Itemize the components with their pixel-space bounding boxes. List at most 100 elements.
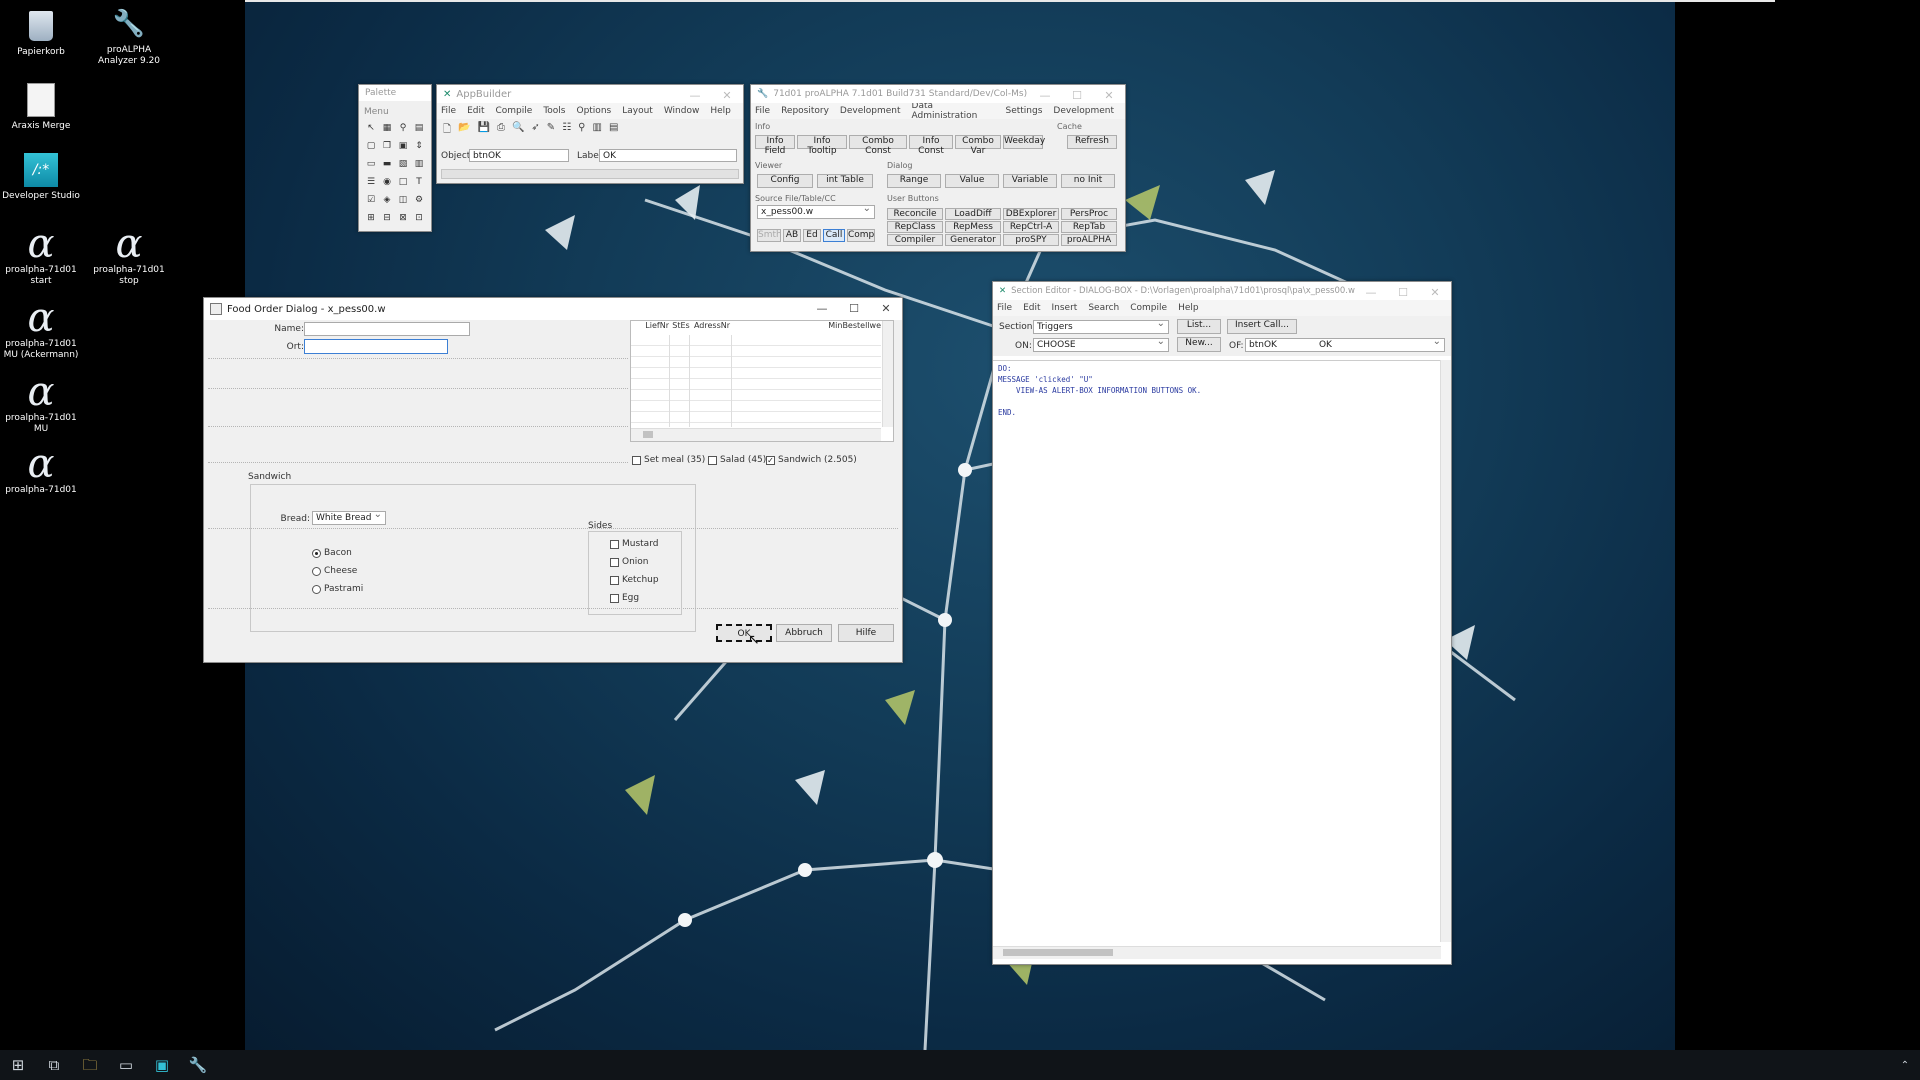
edit-icon[interactable]: ✎ — [547, 122, 555, 139]
menu-edit[interactable]: Edit — [1023, 303, 1040, 313]
text-tool-icon[interactable]: T — [411, 177, 427, 195]
grid-horizontal-scrollbar[interactable] — [631, 428, 881, 441]
devtool-titlebar[interactable]: 🔧 71d01 proALPHA 7.1d01 Build731 Standar… — [751, 85, 1125, 103]
salad-checkbox[interactable] — [708, 456, 717, 465]
column-header-minbestellwe[interactable]: MinBestellwe — [733, 321, 881, 335]
developer-studio-icon[interactable]: ▣ — [144, 1050, 180, 1080]
sbo-tool-icon[interactable]: ⊟ — [379, 213, 395, 231]
name-field[interactable] — [304, 322, 470, 336]
value-button[interactable]: Value — [945, 174, 999, 188]
config-button[interactable]: Config — [757, 174, 813, 188]
columns-icon[interactable]: ▥ — [592, 122, 601, 139]
reconcile-button[interactable]: Reconcile — [887, 208, 943, 220]
palette-window[interactable]: Palette Menu ↖ ▦ ⚲ ▤ ▢ ❐ ▣ ⇕ ▭ ▬ ▧ ▥ ☰ ◉ □ T ☑ ◈ ◫ ⚙ ⊞ ⊟… — [358, 84, 432, 232]
menu-window[interactable]: Window — [664, 106, 700, 116]
menu-development[interactable]: Development — [840, 106, 901, 116]
wrench-icon[interactable]: 🔧 — [180, 1050, 216, 1080]
loaddiff-button[interactable]: LoadDiff — [945, 208, 1001, 220]
more-tool-icon[interactable]: ⊡ — [411, 213, 427, 231]
window-tool-icon[interactable]: ❐ — [379, 141, 395, 159]
reptab-button[interactable]: RepTab — [1061, 221, 1117, 233]
browse-tool-icon[interactable]: ▦ — [379, 123, 395, 141]
ocx-tool-icon[interactable]: ◫ — [395, 195, 411, 213]
desktop-icon-proalpha-stop[interactable]: α proalpha-71d01 stop — [86, 224, 172, 287]
menu-help[interactable]: Help — [710, 106, 731, 116]
comp-button[interactable]: Comp — [847, 229, 875, 242]
custom-tool-icon[interactable]: ⚙ — [411, 195, 427, 213]
on-event-combo[interactable]: CHOOSE — [1033, 338, 1169, 352]
desktop-icon-proalpha-start[interactable]: α proalpha-71d01 start — [0, 224, 84, 287]
compiler-button[interactable]: Compiler — [887, 234, 943, 246]
ort-field[interactable] — [304, 339, 448, 354]
ok-button[interactable]: OK — [716, 624, 772, 642]
no-init-button[interactable]: no Init — [1061, 174, 1115, 188]
desktop-icon-proalpha[interactable]: α proalpha-71d01 — [0, 444, 84, 496]
variable-button[interactable]: Variable — [1003, 174, 1057, 188]
generator-button[interactable]: Generator — [945, 234, 1001, 246]
range-button[interactable]: Range — [887, 174, 941, 188]
repctrl-a-button[interactable]: RepCtrl-A — [1003, 221, 1059, 233]
smartobject-tool-icon[interactable]: ◈ — [379, 195, 395, 213]
food-order-titlebar[interactable]: Food Order Dialog - x_pess00.w — ☐ ✕ — [204, 298, 902, 320]
food-order-dialog-window[interactable]: Food Order Dialog - x_pess00.w — ☐ ✕ Name:… — [203, 297, 903, 663]
search-icon[interactable]: ⚲ — [578, 122, 585, 139]
minimize-icon[interactable]: — — [1355, 282, 1387, 300]
toggle-tool-icon[interactable]: ☑ — [363, 195, 379, 213]
toolbar-tool-icon[interactable]: ⊠ — [395, 213, 411, 231]
close-icon[interactable]: ✕ — [1093, 85, 1125, 103]
call-button[interactable]: Call — [823, 229, 845, 242]
desktop-icon-developer-studio[interactable]: /:* Developer Studio — [0, 152, 84, 202]
start-icon[interactable]: ⊞ — [0, 1050, 36, 1080]
mustard-checkbox[interactable] — [610, 540, 619, 549]
persproc-button[interactable]: PersProc — [1061, 208, 1117, 220]
section-editor-titlebar[interactable]: ✕ Section Editor - DIALOG-BOX - D:\Vorla… — [993, 282, 1451, 300]
bread-combo[interactable]: White Bread — [312, 511, 386, 525]
menu-help[interactable]: Help — [1178, 303, 1199, 313]
menu-options[interactable]: Options — [576, 106, 611, 116]
repclass-button[interactable]: RepClass — [887, 221, 943, 233]
source-file-combo[interactable]: x_pess00.w — [757, 205, 875, 219]
ab-button[interactable]: AB — [783, 229, 801, 242]
desktop-icon-proalpha-mu[interactable]: α proalpha-71d01 MU — [0, 372, 84, 435]
sandwich-checkbox[interactable]: ✓ — [766, 456, 775, 465]
prospy-button[interactable]: proSPY — [1003, 234, 1059, 246]
menu-compile[interactable]: Compile — [496, 106, 533, 116]
proalpha-button[interactable]: proALPHA — [1061, 234, 1117, 246]
maximize-icon[interactable]: ☐ — [1061, 85, 1093, 103]
ketchup-checkbox[interactable] — [610, 576, 619, 585]
devtool-window[interactable]: 🔧 71d01 proALPHA 7.1d01 Build731 Standar… — [750, 84, 1126, 252]
menu-insert[interactable]: Insert — [1052, 303, 1078, 313]
onion-checkbox[interactable] — [610, 558, 619, 567]
cancel-button[interactable]: Abbruch — [776, 624, 832, 642]
info-field-button[interactable]: Info Field — [755, 135, 795, 156]
label-field[interactable]: OK — [599, 149, 737, 162]
table-tool-icon[interactable]: ▤ — [411, 123, 427, 141]
menu-file[interactable]: File — [997, 303, 1012, 313]
combo-const-button[interactable]: Combo Const — [849, 135, 907, 156]
menu-repository[interactable]: Repository — [781, 106, 829, 116]
frame-tool-icon[interactable]: ▢ — [363, 141, 379, 159]
info-tooltip-button[interactable]: Info Tooltip — [797, 135, 847, 156]
button-tool-icon[interactable]: ▭ — [363, 159, 379, 177]
list-button[interactable]: List... — [1177, 319, 1221, 334]
minimize-icon[interactable]: — — [806, 298, 838, 320]
pointer-tool-icon[interactable]: ↖ — [363, 123, 379, 141]
editor-tool-icon[interactable]: ▧ — [395, 159, 411, 177]
menu-development-2[interactable]: Development — [1053, 106, 1114, 116]
of-widget-combo[interactable]: btnOK OK — [1245, 338, 1445, 352]
menu-layout[interactable]: Layout — [622, 106, 653, 116]
section-combo[interactable]: Triggers — [1033, 320, 1169, 334]
open-icon[interactable]: 📂 — [458, 122, 470, 139]
close-icon[interactable]: ✕ — [711, 85, 743, 103]
menu-search[interactable]: Search — [1088, 303, 1119, 313]
terminal-icon[interactable]: ▭ — [108, 1050, 144, 1080]
supplier-browse-grid[interactable]: LiefNr StEs AdressNr MinBestellwe — [630, 320, 894, 442]
rectangle-tool-icon[interactable]: □ — [395, 177, 411, 195]
insert-call-button[interactable]: Insert Call... — [1227, 319, 1297, 334]
query-tool-icon[interactable]: ⚲ — [395, 123, 411, 141]
palette-titlebar[interactable]: Palette — [359, 85, 431, 101]
object-field[interactable]: btnOK — [469, 149, 569, 162]
slider-tool-icon[interactable]: ⇕ — [411, 141, 427, 159]
code-editor[interactable]: DO: MESSAGE 'clicked' "U" VIEW-AS ALERT-… — [993, 360, 1441, 943]
pastrami-radio[interactable] — [312, 585, 321, 594]
